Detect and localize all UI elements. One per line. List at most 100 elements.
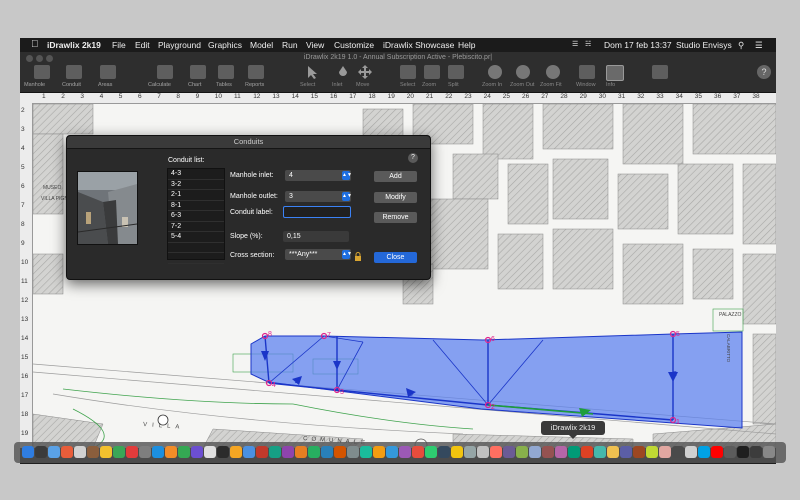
dock-app-icon[interactable]	[737, 446, 749, 458]
dock-app-icon[interactable]	[295, 446, 307, 458]
dock-app-icon[interactable]	[74, 446, 86, 458]
dock-app-icon[interactable]	[334, 446, 346, 458]
layers-icon[interactable]	[652, 65, 668, 79]
zoom-in-icon[interactable]	[488, 65, 502, 79]
menu-file[interactable]: File	[112, 40, 126, 50]
dock-app-icon[interactable]	[35, 446, 47, 458]
dock-app-icon[interactable]	[165, 446, 177, 458]
move-icon[interactable]	[357, 65, 373, 79]
list-item-empty[interactable]	[168, 243, 224, 253]
dock-app-icon[interactable]	[594, 446, 606, 458]
conduit-tool-button[interactable]	[66, 65, 82, 79]
dock-app-icon[interactable]	[87, 446, 99, 458]
manhole-tool-button[interactable]	[34, 65, 50, 79]
dock-app-icon[interactable]	[672, 446, 684, 458]
zoom-window-tool-icon[interactable]	[579, 65, 595, 79]
notification-center-icon[interactable]: ☰	[755, 40, 763, 51]
dock-app-icon[interactable]	[763, 446, 775, 458]
menu-run[interactable]: Run	[282, 40, 298, 50]
chevron-updown-icon[interactable]: ▲▼	[342, 171, 352, 180]
dock-app-icon[interactable]	[503, 446, 515, 458]
dock-app-icon[interactable]	[256, 446, 268, 458]
dock-app-icon[interactable]	[399, 446, 411, 458]
list-item[interactable]: 6-3	[168, 211, 224, 222]
dock-app-icon[interactable]	[750, 446, 762, 458]
dock-app-icon[interactable]	[620, 446, 632, 458]
dock-app-icon[interactable]	[633, 446, 645, 458]
menu-extras-icon[interactable]: ☰	[572, 40, 578, 48]
dock-app-icon[interactable]	[113, 446, 125, 458]
dock-app-icon[interactable]	[451, 446, 463, 458]
dock-app-icon[interactable]	[711, 446, 723, 458]
list-item[interactable]: 5-4	[168, 232, 224, 243]
dock-app-icon[interactable]	[490, 446, 502, 458]
list-item[interactable]: 8-1	[168, 201, 224, 211]
spotlight-search-icon[interactable]: ⚲	[738, 40, 744, 51]
lock-icon[interactable]	[354, 248, 362, 261]
dock-app-icon[interactable]	[139, 446, 151, 458]
remove-button[interactable]: Remove	[374, 212, 417, 223]
dock-app-icon[interactable]	[685, 446, 697, 458]
dock-app-icon[interactable]	[152, 446, 164, 458]
dock-app-icon[interactable]	[555, 446, 567, 458]
menu-edit[interactable]: Edit	[135, 40, 150, 50]
dock-app-icon[interactable]	[230, 446, 242, 458]
user-name[interactable]: Studio Envisys	[676, 40, 732, 50]
menu-view[interactable]: View	[306, 40, 324, 50]
manhole-outlet-select[interactable]: 3 ▲▼	[285, 191, 352, 202]
dock-app-icon[interactable]	[178, 446, 190, 458]
dock-app-icon[interactable]	[347, 446, 359, 458]
dock-app-icon[interactable]	[48, 446, 60, 458]
dock-app-icon[interactable]	[269, 446, 281, 458]
close-button[interactable]: Close	[374, 252, 417, 263]
dock-app-icon[interactable]	[126, 446, 138, 458]
dock-app-icon[interactable]	[659, 446, 671, 458]
dock-app-icon[interactable]	[464, 446, 476, 458]
menu-playground[interactable]: Playground	[158, 40, 201, 50]
menu-model[interactable]: Model	[250, 40, 273, 50]
dock-app-icon[interactable]	[646, 446, 658, 458]
cross-section-select[interactable]: ***Any*** ▲▼	[285, 249, 352, 260]
modify-button[interactable]: Modify	[374, 192, 417, 203]
select-area-button[interactable]	[400, 65, 416, 79]
reports-tool-button[interactable]	[248, 65, 264, 79]
apple-icon[interactable]: 	[31, 39, 39, 50]
dock-app-icon[interactable]	[425, 446, 437, 458]
info-icon[interactable]: ?	[757, 65, 771, 79]
dock-app-icon[interactable]	[360, 446, 372, 458]
dock-app-icon[interactable]	[191, 446, 203, 458]
dock-app-icon[interactable]	[607, 446, 619, 458]
dock-app-icon[interactable]	[581, 446, 593, 458]
dock-app-icon[interactable]	[529, 446, 541, 458]
window-tool-button[interactable]	[606, 65, 624, 81]
help-button[interactable]: ?	[408, 153, 418, 163]
split-button[interactable]	[448, 65, 464, 79]
select-arrow-icon[interactable]	[304, 65, 320, 79]
chart-tool-button[interactable]	[190, 65, 206, 79]
conduit-label-input[interactable]	[283, 206, 351, 218]
dock-app-icon[interactable]	[698, 446, 710, 458]
dock-app-icon[interactable]	[724, 446, 736, 458]
menu-showcase[interactable]: iDrawlix Showcase	[383, 40, 454, 50]
dock-app-icon[interactable]	[321, 446, 333, 458]
menu-help[interactable]: Help	[458, 40, 475, 50]
dock-app-icon[interactable]	[542, 446, 554, 458]
dock-app-icon[interactable]	[373, 446, 385, 458]
zoom-out-icon[interactable]	[516, 65, 530, 79]
list-item-empty[interactable]	[168, 253, 224, 264]
dock-app-icon[interactable]	[217, 446, 229, 458]
manhole-inlet-select[interactable]: 4 ▲▼	[285, 170, 352, 181]
dock-app-icon[interactable]	[204, 446, 216, 458]
dock-app-icon[interactable]	[438, 446, 450, 458]
dock-app-icon[interactable]	[516, 446, 528, 458]
dock-app-icon[interactable]	[477, 446, 489, 458]
list-item[interactable]: 3-2	[168, 180, 224, 190]
dock-app-icon[interactable]	[308, 446, 320, 458]
chevron-updown-icon[interactable]: ▲▼	[342, 250, 352, 259]
conduit-list[interactable]: 4-3 3-2 2-1 8-1 6-3 7-2 5-4	[167, 168, 225, 264]
menu-customize[interactable]: Customize	[334, 40, 374, 50]
calculate-tool-button[interactable]	[157, 65, 173, 79]
dock-app-icon[interactable]	[61, 446, 73, 458]
tables-tool-button[interactable]	[218, 65, 234, 79]
dock-app-icon[interactable]	[243, 446, 255, 458]
